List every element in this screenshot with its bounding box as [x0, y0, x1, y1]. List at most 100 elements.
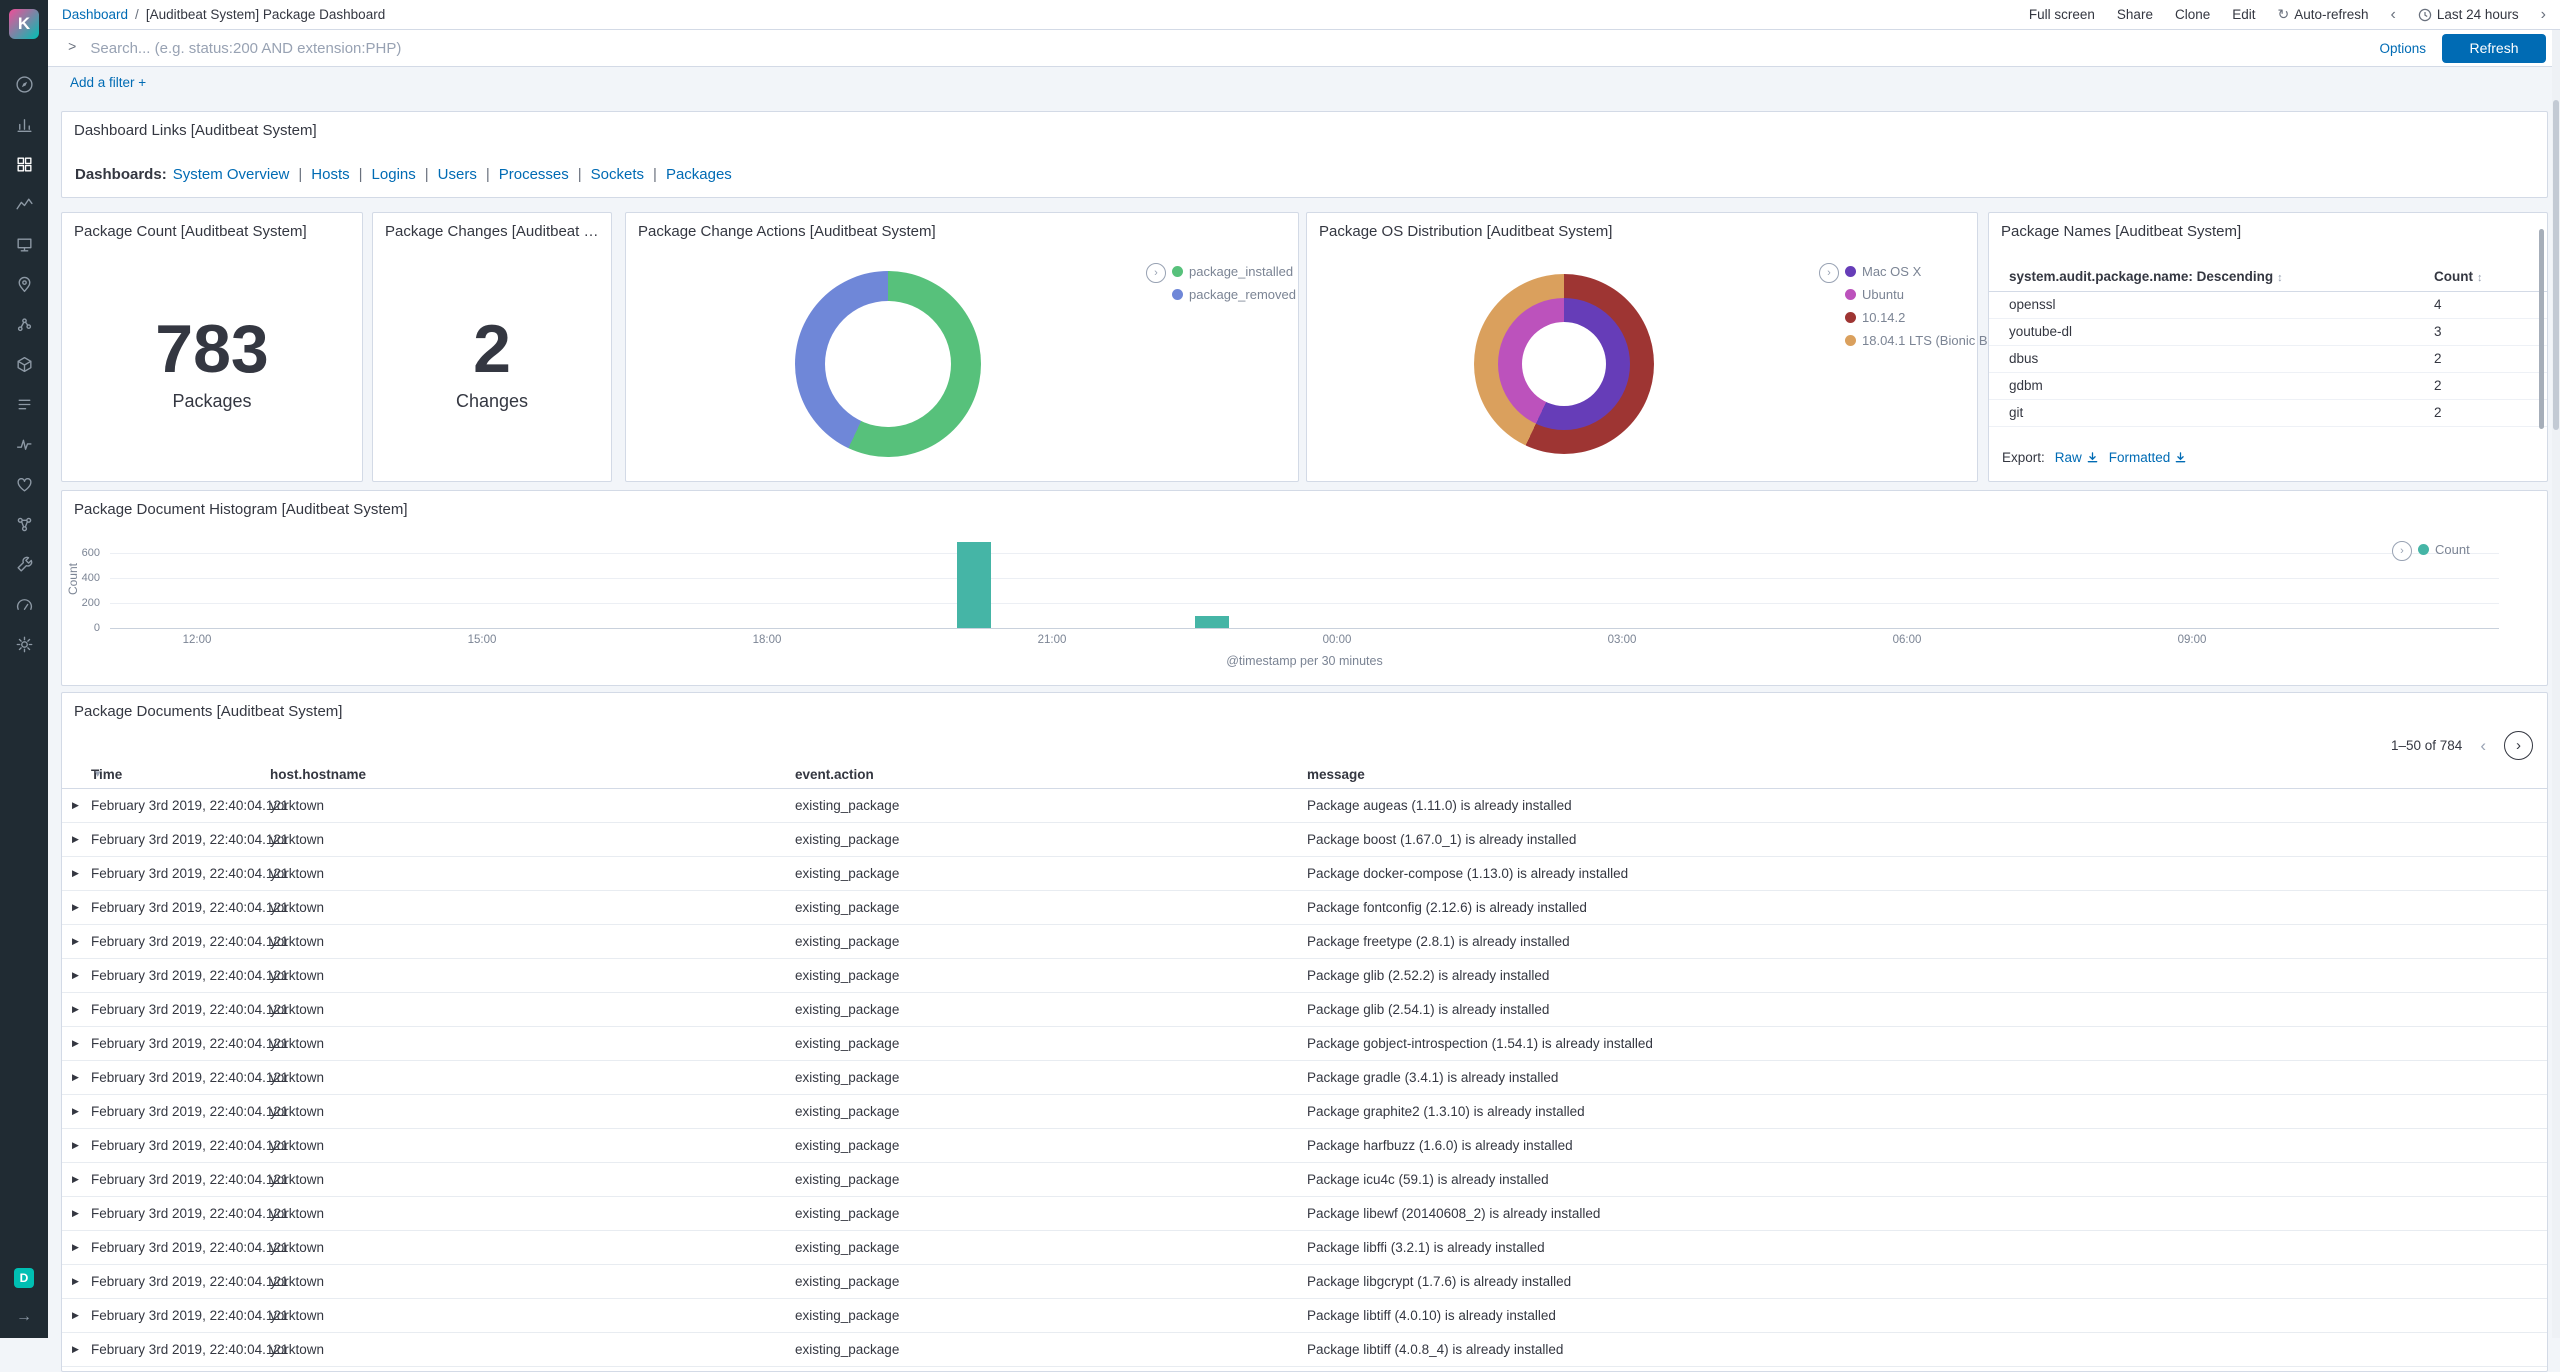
expand-row-icon[interactable]: ▶ — [72, 891, 79, 924]
next-page-button[interactable]: › — [2504, 731, 2533, 760]
expand-row-icon[interactable]: ▶ — [72, 1299, 79, 1332]
package-name-cell[interactable]: dbus — [2009, 346, 2038, 372]
expand-row-icon[interactable]: ▶ — [72, 1231, 79, 1264]
cell-message: Package glib (2.54.1) is already install… — [1307, 1002, 1550, 1017]
names-table-row: youtube-dl 3 — [1989, 319, 2547, 346]
sidebar-item-dashboard[interactable] — [0, 144, 48, 184]
sidebar-item-graph[interactable] — [0, 504, 48, 544]
expand-row-icon[interactable]: ▶ — [72, 1129, 79, 1162]
os-legend-item[interactable]: 18.04.1 LTS (Bionic B... — [1845, 333, 1998, 348]
names-scrollbar[interactable] — [2539, 229, 2544, 429]
package-name-cell[interactable]: gdbm — [2009, 373, 2043, 399]
actions-legend-item[interactable]: package_removed — [1172, 287, 1296, 302]
expand-row-icon[interactable]: ▶ — [72, 789, 79, 822]
os-legend-item[interactable]: Mac OS X — [1845, 264, 1998, 279]
cell-host-hostname: yorktown — [270, 1206, 325, 1221]
cell-message: Package libtiff (4.0.10) is already inst… — [1307, 1308, 1556, 1323]
share-label: Share — [2116, 7, 2153, 22]
sidebar-item-management[interactable] — [0, 624, 48, 664]
cell-event-action: existing_package — [795, 934, 900, 949]
link-separator: | — [298, 166, 303, 183]
share-button[interactable]: Share — [2117, 7, 2153, 22]
sidebar-item-infrastructure[interactable] — [0, 344, 48, 384]
refresh-button[interactable]: Refresh — [2442, 33, 2546, 63]
column-message[interactable]: message — [1307, 767, 1365, 782]
histogram-legend-item[interactable]: Count — [2418, 542, 2470, 557]
sidebar-item-timelion[interactable] — [0, 184, 48, 224]
page-scrollbar-thumb[interactable] — [2553, 100, 2559, 430]
package-name-cell[interactable]: youtube-dl — [2009, 319, 2072, 345]
column-package-name[interactable]: system.audit.package.name: Descending ↕ — [2009, 269, 2283, 284]
package-change-actions-donut[interactable] — [795, 271, 981, 457]
add-filter-link[interactable]: Add a filter + — [70, 75, 146, 90]
expand-row-icon[interactable]: ▶ — [72, 1265, 79, 1298]
metric: 2 Changes — [373, 315, 611, 412]
histogram-bar[interactable] — [1194, 616, 1229, 628]
expand-row-icon[interactable]: ▶ — [72, 1027, 79, 1060]
dashboard-link-logins[interactable]: Logins — [372, 166, 416, 183]
time-forward-button[interactable]: › — [2541, 6, 2546, 23]
auto-refresh-button[interactable]: ↻ Auto-refresh — [2278, 6, 2369, 23]
clone-button[interactable]: Clone — [2175, 7, 2210, 22]
full-screen-button[interactable]: Full screen — [2029, 7, 2095, 22]
dashboard-link-processes[interactable]: Processes — [499, 166, 569, 183]
expand-row-icon[interactable]: ▶ — [72, 925, 79, 958]
names-table-row: dbus 2 — [1989, 346, 2547, 373]
legend-toggle-icon[interactable]: › — [2392, 541, 2412, 561]
dashboard-link-packages[interactable]: Packages — [666, 166, 732, 183]
expand-row-icon[interactable]: ▶ — [72, 993, 79, 1026]
package-name-cell[interactable]: git — [2009, 400, 2023, 426]
sidebar-item-uptime[interactable] — [0, 464, 48, 504]
edit-button[interactable]: Edit — [2232, 7, 2255, 22]
export-formatted-link[interactable]: Formatted — [2109, 450, 2188, 465]
os-legend-item[interactable]: Ubuntu — [1845, 287, 1998, 302]
sidebar-item-logs[interactable] — [0, 384, 48, 424]
package-os-distribution-donut[interactable] — [1474, 274, 1654, 454]
expand-row-icon[interactable]: ▶ — [72, 823, 79, 856]
histogram-bar[interactable] — [957, 541, 991, 628]
column-event-action[interactable]: event.action — [795, 767, 874, 782]
download-icon — [2086, 451, 2099, 464]
sidebar-item-monitoring[interactable] — [0, 584, 48, 624]
time-back-button[interactable]: ‹ — [2391, 6, 2396, 23]
space-avatar[interactable]: D — [14, 1268, 34, 1288]
expand-row-icon[interactable]: ▶ — [72, 959, 79, 992]
breadcrumb-dashboard-link[interactable]: Dashboard — [62, 7, 128, 22]
os-legend-item[interactable]: 10.14.2 — [1845, 310, 1998, 325]
expand-row-icon[interactable]: ▶ — [72, 857, 79, 890]
dashboard-link-sockets[interactable]: Sockets — [591, 166, 644, 183]
kibana-logo[interactable]: K — [9, 9, 39, 39]
sidebar-item-visualize[interactable] — [0, 104, 48, 144]
sidebar-item-apm[interactable] — [0, 424, 48, 464]
column-count[interactable]: Count ↕ — [2434, 269, 2482, 284]
dashboard-link-users[interactable]: Users — [438, 166, 477, 183]
panel-package-os-distribution: Package OS Distribution [Auditbeat Syste… — [1306, 212, 1998, 482]
cell-host-hostname: yorktown — [270, 1002, 325, 1017]
sidebar-item-maps[interactable] — [0, 264, 48, 304]
column-host-hostname[interactable]: host.hostname — [270, 767, 366, 782]
expand-nav-icon[interactable]: → — [16, 1308, 32, 1326]
export-raw-link[interactable]: Raw — [2055, 450, 2099, 465]
actions-legend-item[interactable]: package_installed — [1172, 264, 1296, 279]
legend-toggle-icon[interactable]: › — [1146, 263, 1166, 283]
column-label: Count — [2434, 269, 2473, 284]
expand-row-icon[interactable]: ▶ — [72, 1095, 79, 1128]
expand-row-icon[interactable]: ▶ — [72, 1163, 79, 1196]
auto-refresh-label: Auto-refresh — [2294, 7, 2369, 22]
page-scrollbar[interactable] — [2552, 30, 2560, 1338]
sidebar-item-machine-learning[interactable] — [0, 304, 48, 344]
dashboard-link-hosts[interactable]: Hosts — [311, 166, 349, 183]
sidebar-item-discover[interactable] — [0, 64, 48, 104]
previous-page-button[interactable]: ‹ — [2480, 736, 2486, 756]
cell-host-hostname: yorktown — [270, 1070, 325, 1085]
options-link[interactable]: Options — [2379, 41, 2426, 56]
sidebar-item-canvas[interactable] — [0, 224, 48, 264]
search-input[interactable] — [88, 38, 2380, 58]
expand-row-icon[interactable]: ▶ — [72, 1061, 79, 1094]
legend-toggle-icon[interactable]: › — [1819, 263, 1839, 283]
sidebar-item-dev-tools[interactable] — [0, 544, 48, 584]
package-name-cell[interactable]: openssl — [2009, 292, 2056, 318]
time-picker-button[interactable]: Last 24 hours — [2418, 7, 2519, 22]
expand-row-icon[interactable]: ▶ — [72, 1197, 79, 1230]
dashboard-link-system-overview[interactable]: System Overview — [173, 166, 290, 183]
